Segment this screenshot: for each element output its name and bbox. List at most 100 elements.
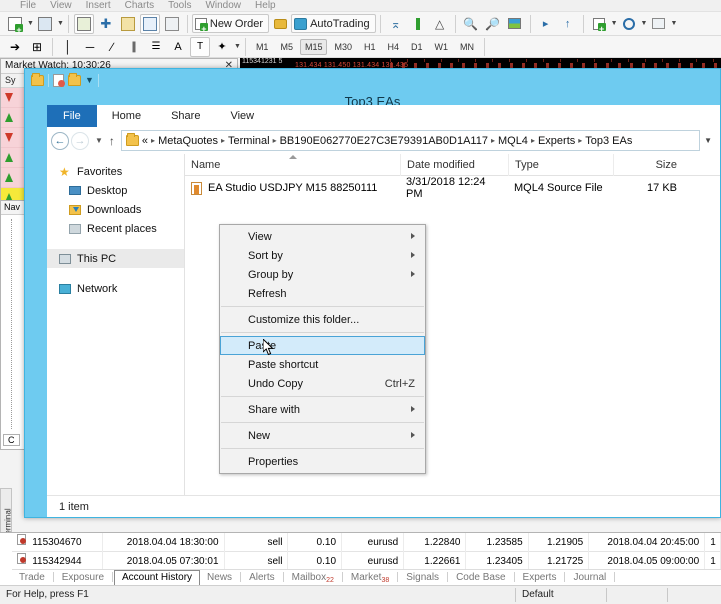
period-d1[interactable]: D1 [406,39,428,55]
properties-icon[interactable] [53,73,65,87]
text-label-icon[interactable]: T [190,36,210,57]
breadcrumb-metaquotes[interactable]: MetaQuotes [158,135,218,147]
menu-item-share-with[interactable]: Share with [220,400,425,419]
text-icon[interactable]: A [168,37,188,57]
nav-item-recent-places[interactable]: Recent places [47,219,184,238]
menu-file[interactable]: File [20,0,36,12]
address-dropdown-caret-icon[interactable]: ▼ [700,136,716,145]
menu-item-paste[interactable]: Paste [220,336,425,355]
column-header-type[interactable]: Type [508,153,613,176]
strategy-tester-icon[interactable] [162,14,182,34]
candlestick-chart-icon[interactable] [408,14,428,34]
cursor-icon[interactable]: ➔ [5,37,25,57]
tab-share[interactable]: Share [156,105,215,127]
breadcrumb-root[interactable]: « [142,135,148,147]
trendline-icon[interactable]: ∕ [102,37,122,57]
new-chart-icon[interactable] [5,14,25,35]
tab-journal[interactable]: Journal [566,571,613,585]
recent-locations-caret-icon[interactable]: ▼ [91,136,107,145]
save-chart-caret-icon[interactable]: ▼ [57,20,64,27]
menu-item-sort-by[interactable]: Sort by [220,246,425,265]
auto-scroll-icon[interactable]: ▸ [536,14,556,34]
tab-trade[interactable]: Trade [12,571,52,585]
data-window-icon[interactable]: ✚ [96,14,116,34]
navigator-icon[interactable] [118,14,138,34]
menu-insert[interactable]: Insert [86,0,111,12]
explorer-window-icon[interactable] [31,72,44,86]
menu-item-properties[interactable]: Properties [220,452,425,471]
indicators-icon[interactable] [589,14,609,34]
period-m1[interactable]: M1 [251,39,274,55]
period-h1[interactable]: H1 [359,39,381,55]
equidistant-channel-icon[interactable]: ∥ [124,37,144,57]
column-header-date-modified[interactable]: Date modified [400,153,508,176]
fibonacci-retracement-icon[interactable]: ☰ [146,37,166,57]
crosshair-icon[interactable]: ⊞ [27,37,47,57]
nav-item-this-pc[interactable]: This PC [47,249,184,268]
vertical-line-icon[interactable]: │ [58,37,78,57]
breadcrumb-top3-eas[interactable]: Top3 EAs [585,135,632,147]
menu-item-undo-copy[interactable]: Undo Copy Ctrl+Z [220,374,425,393]
zoom-out-icon[interactable]: 🔎 [483,14,503,34]
menu-item-new[interactable]: New [220,426,425,445]
menu-item-customize-this-folder[interactable]: Customize this folder... [220,310,425,329]
nav-item-downloads[interactable]: Downloads [47,200,184,219]
line-chart-icon[interactable]: △ [430,14,450,34]
period-mn[interactable]: MN [455,39,479,55]
nav-item-desktop[interactable]: Desktop [47,181,184,200]
tab-market[interactable]: Market38 [344,571,396,585]
tab-file[interactable]: File [47,105,97,127]
file-list-item[interactable]: EA Studio USDJPY M15 88250111 3/31/2018 … [185,176,720,200]
menu-item-view[interactable]: View [220,227,425,246]
zoom-in-icon[interactable]: 🔍 [461,14,481,34]
tab-code-base[interactable]: Code Base [449,571,512,585]
chart-shift-icon[interactable]: ↑ [558,14,578,34]
forward-arrow-icon[interactable]: → [71,131,89,150]
new-chart-caret-icon[interactable]: ▼ [27,20,34,27]
shapes-icon[interactable]: ✦ [212,37,232,57]
column-header-size[interactable]: Size [613,153,683,176]
nav-item-favorites[interactable]: ★ Favorites [47,162,184,181]
terminal-icon[interactable] [139,13,160,34]
menu-window[interactable]: Window [205,0,241,12]
breadcrumb-instance-id[interactable]: BB190E062770E27C3E79391AB0D1A117 [280,135,488,147]
navigator-common-tab[interactable]: C [3,434,20,446]
period-m15[interactable]: M15 [299,38,328,55]
templates-caret-icon[interactable]: ▼ [670,20,677,27]
tab-signals[interactable]: Signals [399,571,446,585]
period-h4[interactable]: H4 [383,39,405,55]
indicators-caret-icon[interactable]: ▼ [611,20,618,27]
period-m30[interactable]: M30 [329,39,357,55]
breadcrumb-terminal[interactable]: Terminal [228,135,270,147]
new-folder-icon[interactable] [68,72,81,86]
new-order-button[interactable]: New Order [191,14,270,34]
menu-charts[interactable]: Charts [125,0,154,12]
bar-chart-icon[interactable]: ⌅ [386,14,406,34]
tab-experts[interactable]: Experts [516,571,564,585]
back-arrow-icon[interactable]: ← [51,131,69,150]
tab-home[interactable]: Home [97,105,156,127]
menu-item-group-by[interactable]: Group by [220,265,425,284]
horizontal-line-icon[interactable]: ─ [80,37,100,57]
tab-exposure[interactable]: Exposure [55,571,111,585]
up-arrow-icon[interactable]: ↑ [107,134,121,148]
menu-item-refresh[interactable]: Refresh [220,284,425,303]
save-chart-icon[interactable] [35,14,55,34]
mql5-community-icon[interactable] [270,14,290,34]
customize-qat-caret-icon[interactable]: ▼ [85,75,94,85]
periods-icon[interactable] [619,14,639,34]
column-header-name[interactable]: Name [185,154,400,176]
breadcrumb[interactable]: « ▸ MetaQuotes ▸ Terminal ▸ BB190E062770… [120,130,701,151]
tab-news[interactable]: News [200,571,239,585]
period-w1[interactable]: W1 [430,39,454,55]
breadcrumb-experts[interactable]: Experts [538,135,575,147]
menu-tools[interactable]: Tools [168,0,191,12]
market-watch-icon[interactable] [73,13,94,34]
tab-account-history[interactable]: Account History [114,570,201,585]
periods-caret-icon[interactable]: ▼ [641,20,648,27]
shapes-caret-icon[interactable]: ▼ [234,43,241,50]
tab-alerts[interactable]: Alerts [242,571,282,585]
table-row[interactable]: 115304670 2018.04.04 18:30:00 sell 0.10 … [12,532,721,552]
tile-windows-icon[interactable] [505,14,525,34]
tab-mailbox[interactable]: Mailbox22 [285,571,341,585]
